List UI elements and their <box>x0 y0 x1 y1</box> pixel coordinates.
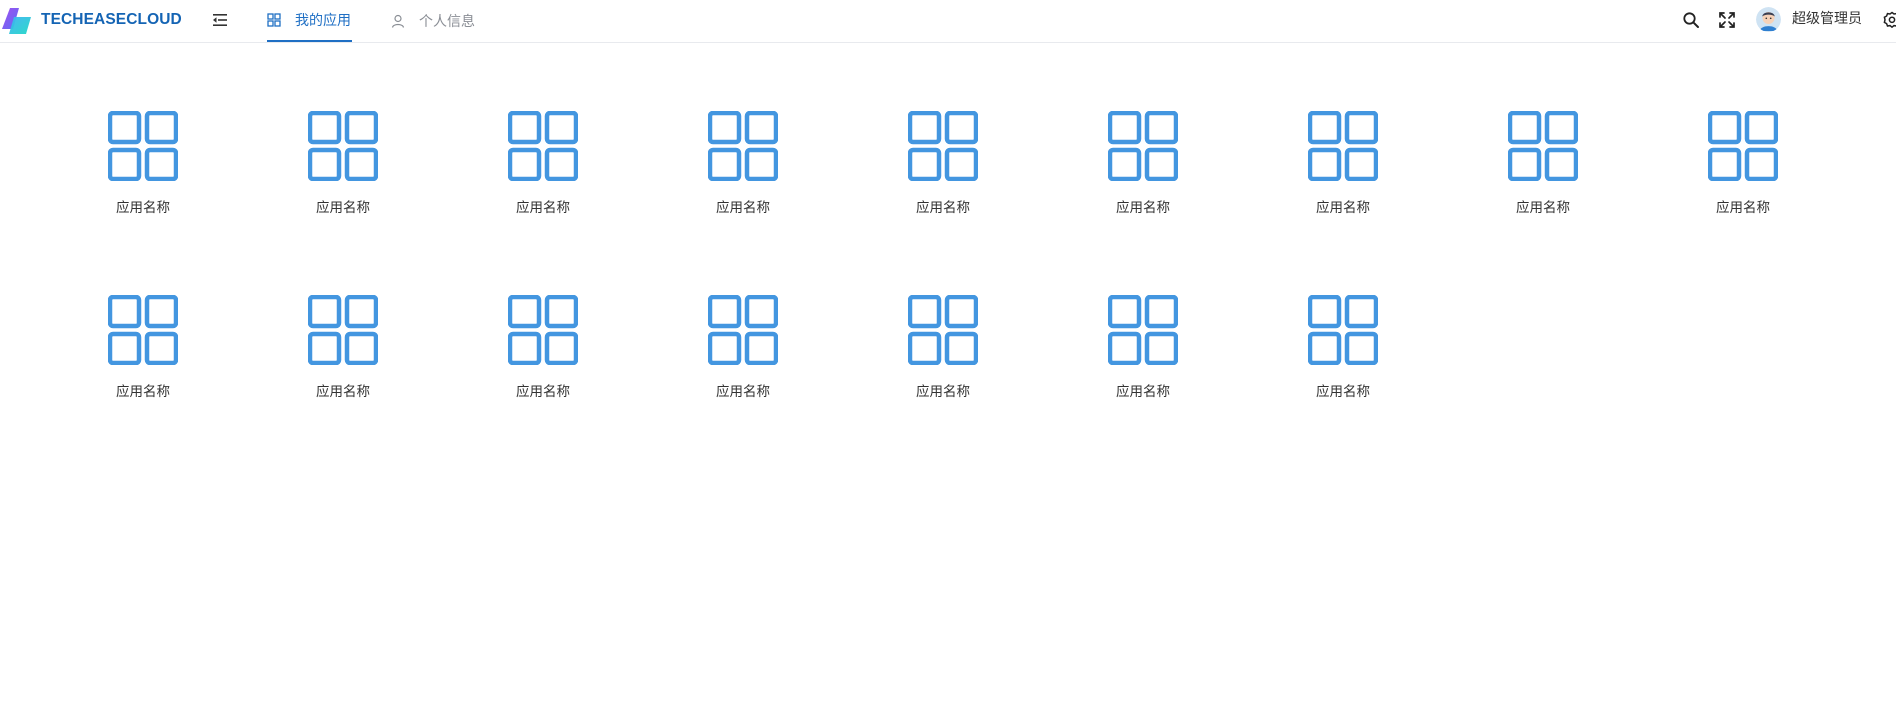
app-name: 应用名称 <box>116 200 170 216</box>
app-card[interactable]: 应用名称 <box>472 111 612 241</box>
app-name: 应用名称 <box>1116 384 1170 400</box>
app-grid-icon <box>1108 111 1178 181</box>
app-card[interactable]: 应用名称 <box>672 111 812 241</box>
app-name: 应用名称 <box>1716 200 1770 216</box>
app-name: 应用名称 <box>516 200 570 216</box>
app-name: 应用名称 <box>716 384 770 400</box>
app-grid-icon <box>908 295 978 365</box>
app-grid-icon <box>308 295 378 365</box>
app-card[interactable]: 应用名称 <box>1272 295 1412 425</box>
app-grid-icon <box>308 111 378 181</box>
app-name: 应用名称 <box>1316 200 1370 216</box>
menu-collapse-icon[interactable] <box>210 11 230 29</box>
app-name: 应用名称 <box>1516 200 1570 216</box>
app-card[interactable]: 应用名称 <box>472 295 612 425</box>
tab-profile[interactable]: 个人信息 <box>391 0 475 42</box>
app-card[interactable]: 应用名称 <box>272 295 412 425</box>
user-icon <box>391 14 405 28</box>
username[interactable]: 超级管理员 <box>1792 0 1862 39</box>
app-card[interactable]: 应用名称 <box>272 111 412 241</box>
app-grid-icon <box>108 295 178 365</box>
app-grid-icon <box>1708 111 1778 181</box>
app-grid-icon <box>1108 295 1178 365</box>
app-grid-icon <box>908 111 978 181</box>
app-card[interactable]: 应用名称 <box>1472 111 1612 241</box>
app-card[interactable]: 应用名称 <box>872 111 1012 241</box>
tab-my-apps-label: 我的应用 <box>295 13 351 29</box>
avatar-image <box>1756 7 1781 32</box>
settings-icon[interactable] <box>1882 10 1896 30</box>
app-card[interactable]: 应用名称 <box>872 295 1012 425</box>
app-grid-icon <box>708 111 778 181</box>
app-card[interactable]: 应用名称 <box>1272 111 1412 241</box>
app-name: 应用名称 <box>316 200 370 216</box>
app-name: 应用名称 <box>916 200 970 216</box>
app-card[interactable]: 应用名称 <box>1672 111 1812 241</box>
app-card[interactable]: 应用名称 <box>72 295 212 425</box>
fullscreen-icon[interactable] <box>1717 10 1737 30</box>
app-card[interactable]: 应用名称 <box>72 111 212 241</box>
app-name: 应用名称 <box>716 200 770 216</box>
app-card[interactable]: 应用名称 <box>1072 111 1212 241</box>
search-icon[interactable] <box>1681 10 1701 30</box>
app-name: 应用名称 <box>516 384 570 400</box>
app-grid-icon <box>1508 111 1578 181</box>
tab-profile-label: 个人信息 <box>419 14 475 30</box>
app-grid-icon <box>508 111 578 181</box>
app-name: 应用名称 <box>116 384 170 400</box>
app-name: 应用名称 <box>316 384 370 400</box>
app-grid-icon <box>1308 295 1378 365</box>
app-name: 应用名称 <box>1116 200 1170 216</box>
app-grid-icon <box>708 295 778 365</box>
app-name: 应用名称 <box>916 384 970 400</box>
grid-icon <box>267 13 281 27</box>
top-navigation-bar: TECHEASECLOUD 我的应用 个人信息 超级管理员 <box>0 0 1896 43</box>
app-grid-icon <box>508 295 578 365</box>
app-grid-icon <box>108 111 178 181</box>
brand-name: TECHEASECLOUD <box>41 11 182 28</box>
avatar[interactable] <box>1756 7 1781 32</box>
tab-my-apps[interactable]: 我的应用 <box>267 0 352 42</box>
logo-icon <box>2 8 31 34</box>
app-name: 应用名称 <box>1316 384 1370 400</box>
app-card[interactable]: 应用名称 <box>672 295 812 425</box>
app-card[interactable]: 应用名称 <box>1072 295 1212 425</box>
app-grid-icon <box>1308 111 1378 181</box>
